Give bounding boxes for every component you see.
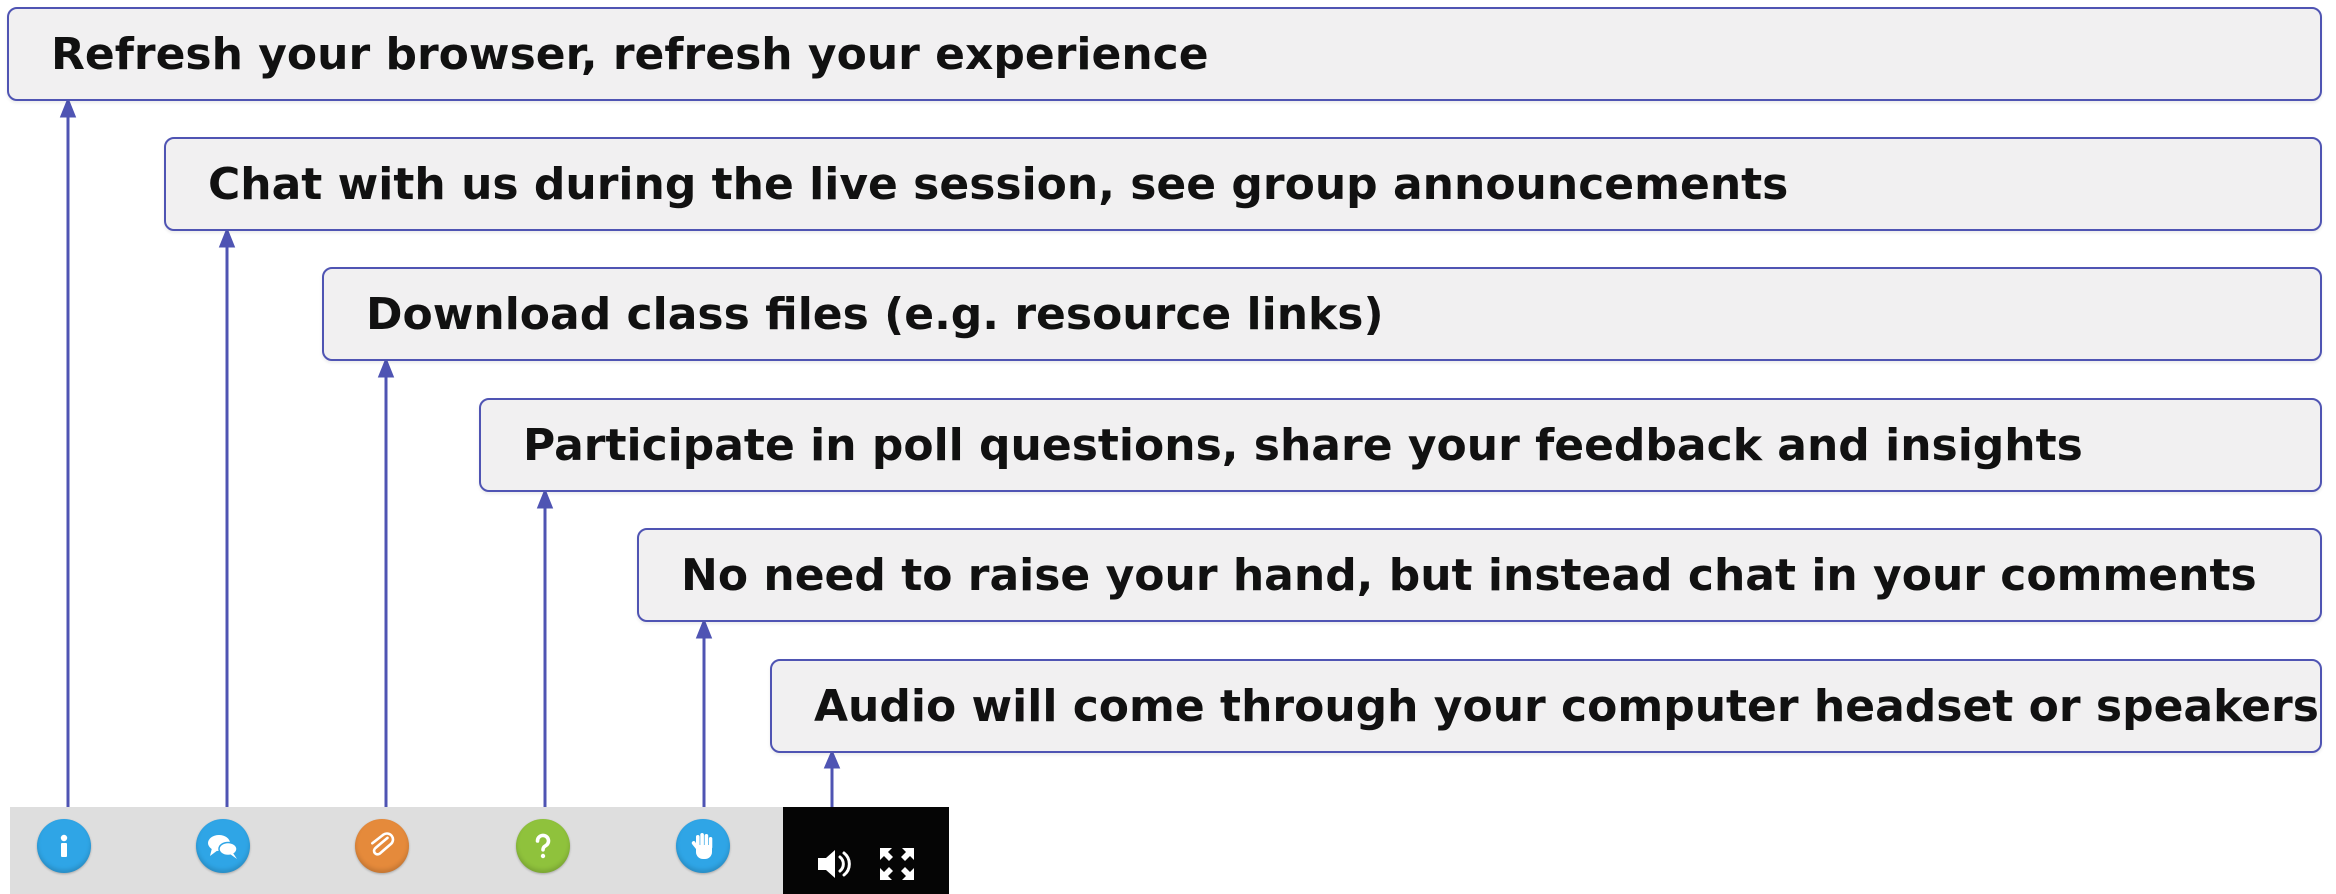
media-toolbar bbox=[783, 807, 949, 894]
arrowhead-files bbox=[377, 356, 395, 378]
callout-chat-text: Chat with us during the live session, se… bbox=[208, 158, 1789, 210]
fullscreen-icon bbox=[880, 848, 914, 880]
callout-audio-text: Audio will come through your computer he… bbox=[814, 680, 2319, 732]
callout-chat: Chat with us during the live session, se… bbox=[164, 137, 2322, 231]
poll-button[interactable] bbox=[516, 819, 570, 873]
tutorial-overlay: Refresh your browser, refresh your exper… bbox=[0, 0, 2336, 894]
callout-refresh: Refresh your browser, refresh your exper… bbox=[7, 7, 2322, 101]
audio-button[interactable] bbox=[815, 846, 855, 886]
arrowhead-refresh bbox=[59, 96, 77, 118]
fullscreen-button[interactable] bbox=[878, 846, 916, 886]
callout-files-text: Download class files (e.g. resource link… bbox=[366, 288, 1384, 340]
paperclip-icon bbox=[371, 832, 395, 856]
callout-refresh-text: Refresh your browser, refresh your exper… bbox=[51, 28, 1209, 80]
speaker-icon bbox=[818, 850, 851, 878]
callout-audio: Audio will come through your computer he… bbox=[770, 659, 2322, 753]
files-button[interactable] bbox=[355, 819, 409, 873]
callout-poll: Participate in poll questions, share you… bbox=[479, 398, 2322, 492]
callout-files: Download class files (e.g. resource link… bbox=[322, 267, 2322, 361]
chat-bubbles-icon bbox=[208, 835, 238, 859]
callout-hand-text: No need to raise your hand, but instead … bbox=[681, 549, 2257, 601]
arrowhead-chat bbox=[218, 226, 236, 248]
info-icon bbox=[60, 834, 68, 857]
raise-hand-button[interactable] bbox=[676, 819, 730, 873]
info-button[interactable] bbox=[37, 819, 91, 873]
arrowhead-audio bbox=[823, 749, 841, 769]
hand-icon bbox=[691, 833, 713, 859]
question-mark-icon bbox=[535, 833, 551, 859]
callout-hand: No need to raise your hand, but instead … bbox=[637, 528, 2322, 622]
arrowhead-hand bbox=[695, 617, 713, 639]
arrowhead-poll bbox=[536, 487, 554, 509]
callout-poll-text: Participate in poll questions, share you… bbox=[523, 419, 2083, 471]
chat-button[interactable] bbox=[196, 819, 250, 873]
